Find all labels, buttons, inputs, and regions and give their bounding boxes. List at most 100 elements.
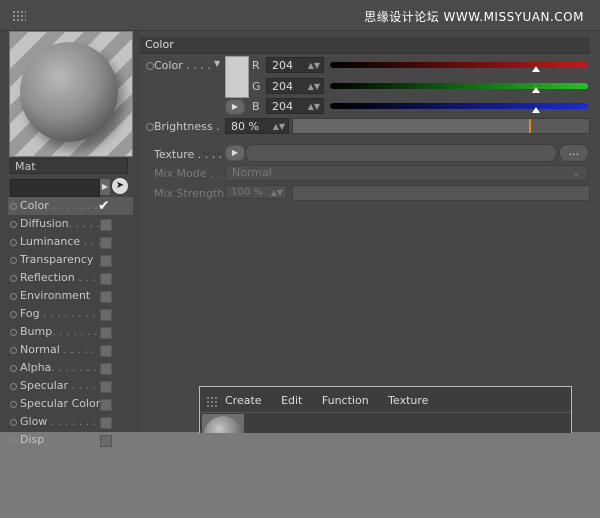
channel-item[interactable]: Alpha. . . . . . . <box>8 359 133 377</box>
channel-item[interactable]: Environment <box>8 287 133 305</box>
b-slider[interactable] <box>330 103 588 109</box>
mix-mode-label-text: Mix Mode <box>154 167 207 180</box>
channel-checkbox[interactable] <box>100 237 112 249</box>
menu-create[interactable]: Create <box>225 394 262 407</box>
channel-checkbox[interactable] <box>100 345 112 357</box>
b-slider-knob[interactable] <box>532 107 541 113</box>
texture-browse-button[interactable]: ... <box>559 144 589 162</box>
mix-strength-slider[interactable] <box>292 185 590 201</box>
channel-checkbox[interactable] <box>100 309 112 321</box>
g-slider-knob[interactable] <box>532 87 541 93</box>
material-name-field[interactable]: Mat <box>10 158 128 174</box>
channel-name: Normal <box>20 343 60 356</box>
r-value-field[interactable]: 204 ▲▼ <box>266 57 324 73</box>
menu-arrow-icon[interactable]: ▶ <box>100 179 110 195</box>
channel-dots: . . . . . . . . . <box>39 307 103 320</box>
channel-dot-icon <box>10 329 17 336</box>
channel-checkbox[interactable] <box>100 399 112 411</box>
brightness-value: 80 % <box>231 120 259 133</box>
channel-item[interactable]: Specular . . . . . <box>8 377 133 395</box>
channel-checkbox[interactable] <box>100 363 112 375</box>
spin-arrows-icon[interactable]: ▲▼ <box>308 79 320 95</box>
channel-item[interactable]: Disp <box>8 431 133 449</box>
channel-label: Alpha. . . . . . . <box>20 359 97 377</box>
spin-arrows-icon[interactable]: ▲▼ <box>308 58 320 74</box>
channel-checkbox[interactable] <box>100 273 112 285</box>
g-label: G <box>252 80 261 93</box>
menu-edit[interactable]: Edit <box>281 394 302 407</box>
channel-checkbox[interactable] <box>100 255 112 267</box>
thumbnail-sphere <box>204 416 242 433</box>
channel-label: Specular Color <box>20 395 100 413</box>
brightness-value-field[interactable]: 80 % ▲▼ <box>225 118 289 134</box>
g-slider[interactable] <box>330 83 588 89</box>
mix-mode-dropdown[interactable]: Normal ⌄ <box>225 165 588 181</box>
material-preview[interactable] <box>9 31 133 157</box>
channel-checkbox[interactable] <box>100 327 112 339</box>
b-value-field[interactable]: 204 ▲▼ <box>266 98 324 114</box>
channel-dot-icon <box>10 365 17 372</box>
menu-texture[interactable]: Texture <box>388 394 428 407</box>
color-swatch[interactable] <box>225 56 249 98</box>
r-label: R <box>252 59 260 72</box>
channel-label: Color . . . . . . . <box>20 197 98 215</box>
channel-dot-icon <box>10 275 17 282</box>
channel-item[interactable]: Glow . . . . . . . . <box>8 413 133 431</box>
material-link-field[interactable] <box>10 179 100 197</box>
material-manager-popup: Create Edit Function Texture <box>199 386 572 433</box>
channel-dot-icon <box>10 419 17 426</box>
channel-item[interactable]: Fog . . . . . . . . . <box>8 305 133 323</box>
channel-checkbox[interactable] <box>100 435 112 447</box>
material-thumbnail[interactable] <box>202 414 244 433</box>
mix-strength-value-field[interactable]: 100 % ▲▼ <box>225 185 287 199</box>
brightness-slider-fill <box>293 119 530 133</box>
spin-arrows-icon[interactable]: ▲▼ <box>271 186 283 199</box>
g-value-field[interactable]: 204 ▲▼ <box>266 78 324 94</box>
channel-label: Diffusion. . . . . <box>20 215 100 233</box>
brightness-slider[interactable] <box>292 118 590 134</box>
channel-checkbox-checked[interactable]: ✔ <box>98 197 110 215</box>
channel-checkbox[interactable] <box>100 291 112 303</box>
triangle-down-icon[interactable]: ▼ <box>214 59 220 68</box>
channel-item[interactable]: Transparency <box>8 251 133 269</box>
title-bar: 思缘设计论坛 WWW.MISSYUAN.COM <box>0 0 600 31</box>
channel-dot-icon <box>10 257 17 264</box>
channel-name: Glow <box>20 415 48 428</box>
drag-grip-icon[interactable] <box>206 396 218 408</box>
channel-checkbox[interactable] <box>100 219 112 231</box>
spin-arrows-icon[interactable]: ▲▼ <box>308 99 320 115</box>
channel-item[interactable]: Diffusion. . . . . <box>8 215 133 233</box>
color-expand-button[interactable]: ▶ <box>225 99 245 115</box>
drag-grip-icon[interactable] <box>12 10 26 22</box>
popup-menu-bar: Create Edit Function Texture <box>225 394 444 407</box>
r-slider-knob[interactable] <box>532 66 541 72</box>
channel-item[interactable]: Bump. . . . . . . . <box>8 323 133 341</box>
channel-item[interactable]: Color . . . . . . . ✔ <box>8 197 133 215</box>
channel-name: Color <box>20 199 49 212</box>
r-slider[interactable] <box>330 62 588 68</box>
channel-item[interactable]: Luminance . . . <box>8 233 133 251</box>
menu-function[interactable]: Function <box>322 394 369 407</box>
texture-field[interactable] <box>245 144 557 162</box>
animate-dot-icon[interactable] <box>146 62 154 70</box>
brightness-slider-marker[interactable] <box>528 119 531 133</box>
channel-label: Reflection . . . . <box>20 269 103 287</box>
channel-name: Bump <box>20 325 53 338</box>
pick-cursor-icon[interactable]: ➤ <box>112 178 128 194</box>
channel-dots: . . . . <box>74 271 103 284</box>
channel-item[interactable]: Reflection . . . . <box>8 269 133 287</box>
channel-checkbox[interactable] <box>100 381 112 393</box>
channel-dot-icon <box>10 221 17 228</box>
mix-mode-label: Mix Mode . . <box>154 167 221 180</box>
texture-menu-button[interactable]: ▶ <box>225 145 245 161</box>
channel-item[interactable]: Specular Color <box>8 395 133 413</box>
animate-dot-icon[interactable] <box>146 123 154 131</box>
chevron-down-icon: ⌄ <box>571 166 581 179</box>
spin-arrows-icon[interactable]: ▲▼ <box>273 119 285 135</box>
channel-checkbox[interactable] <box>100 417 112 429</box>
section-header <box>140 37 590 54</box>
channel-item[interactable]: Normal . . . . . <box>8 341 133 359</box>
channel-dot-icon <box>10 383 17 390</box>
color-label: Color . . . . <box>154 59 211 72</box>
channel-dot-icon <box>10 437 17 444</box>
